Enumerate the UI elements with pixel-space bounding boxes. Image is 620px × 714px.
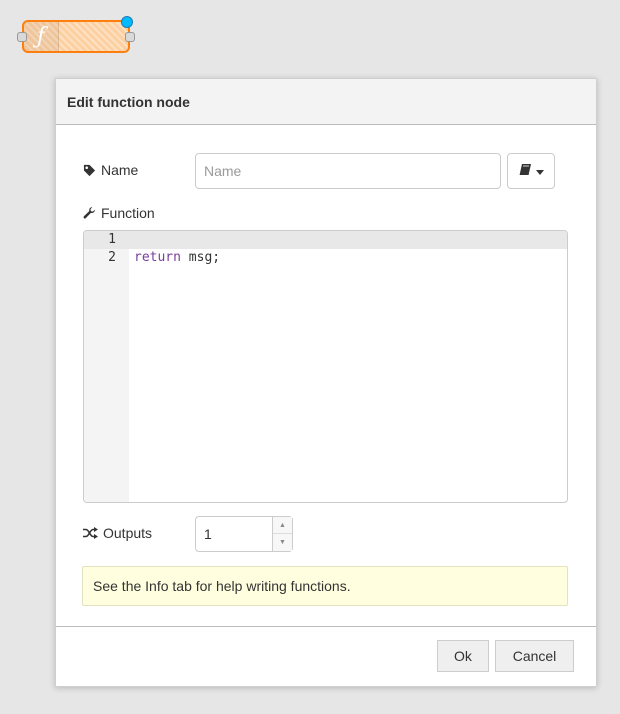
name-label-row: Name	[83, 162, 138, 178]
editor-gutter	[84, 231, 129, 502]
outputs-value[interactable]: 1	[204, 517, 212, 551]
library-button[interactable]	[507, 153, 555, 189]
tag-icon	[83, 164, 96, 177]
code-editor[interactable]: 1 2 return msg;	[83, 230, 568, 503]
help-tip: See the Info tab for help writing functi…	[82, 566, 568, 606]
code-keyword: return	[134, 250, 181, 265]
line-text: return msg;	[134, 249, 220, 267]
caret-down-icon	[535, 162, 544, 180]
wrench-icon	[83, 206, 96, 220]
code-line: 2 return msg;	[84, 249, 567, 267]
node-output-port[interactable]	[125, 32, 135, 42]
code-text: msg;	[180, 250, 221, 265]
function-icon: ƒ	[36, 23, 46, 49]
code-line: 1	[84, 231, 567, 249]
name-input[interactable]	[195, 153, 501, 189]
spinner-up-button[interactable]: ▲	[273, 517, 292, 534]
function-node-icon-area: ƒ	[24, 22, 59, 51]
edit-function-dialog: Edit function node Name Name Function 1 …	[55, 78, 597, 687]
spinner-buttons: ▲ ▼	[272, 517, 292, 551]
node-input-port[interactable]	[17, 32, 27, 42]
function-node[interactable]: ƒ	[17, 16, 135, 53]
spinner-down-button[interactable]: ▼	[273, 534, 292, 551]
book-icon	[519, 162, 532, 180]
outputs-label-row: Outputs	[83, 525, 152, 541]
random-icon	[83, 527, 98, 539]
name-label: Name	[101, 162, 139, 178]
line-number: 2	[108, 250, 116, 265]
cancel-button[interactable]: Cancel	[495, 640, 574, 672]
line-number: 1	[108, 232, 116, 247]
dialog-title: Edit function node	[56, 79, 596, 125]
dialog-footer: Ok Cancel	[56, 626, 596, 686]
node-changed-indicator	[121, 16, 133, 28]
function-label: Function	[101, 205, 155, 221]
outputs-label: Outputs	[103, 525, 153, 541]
ok-button[interactable]: Ok	[437, 640, 489, 672]
function-label-row: Function	[83, 205, 155, 221]
outputs-spinner[interactable]: 1 ▲ ▼	[195, 516, 293, 552]
